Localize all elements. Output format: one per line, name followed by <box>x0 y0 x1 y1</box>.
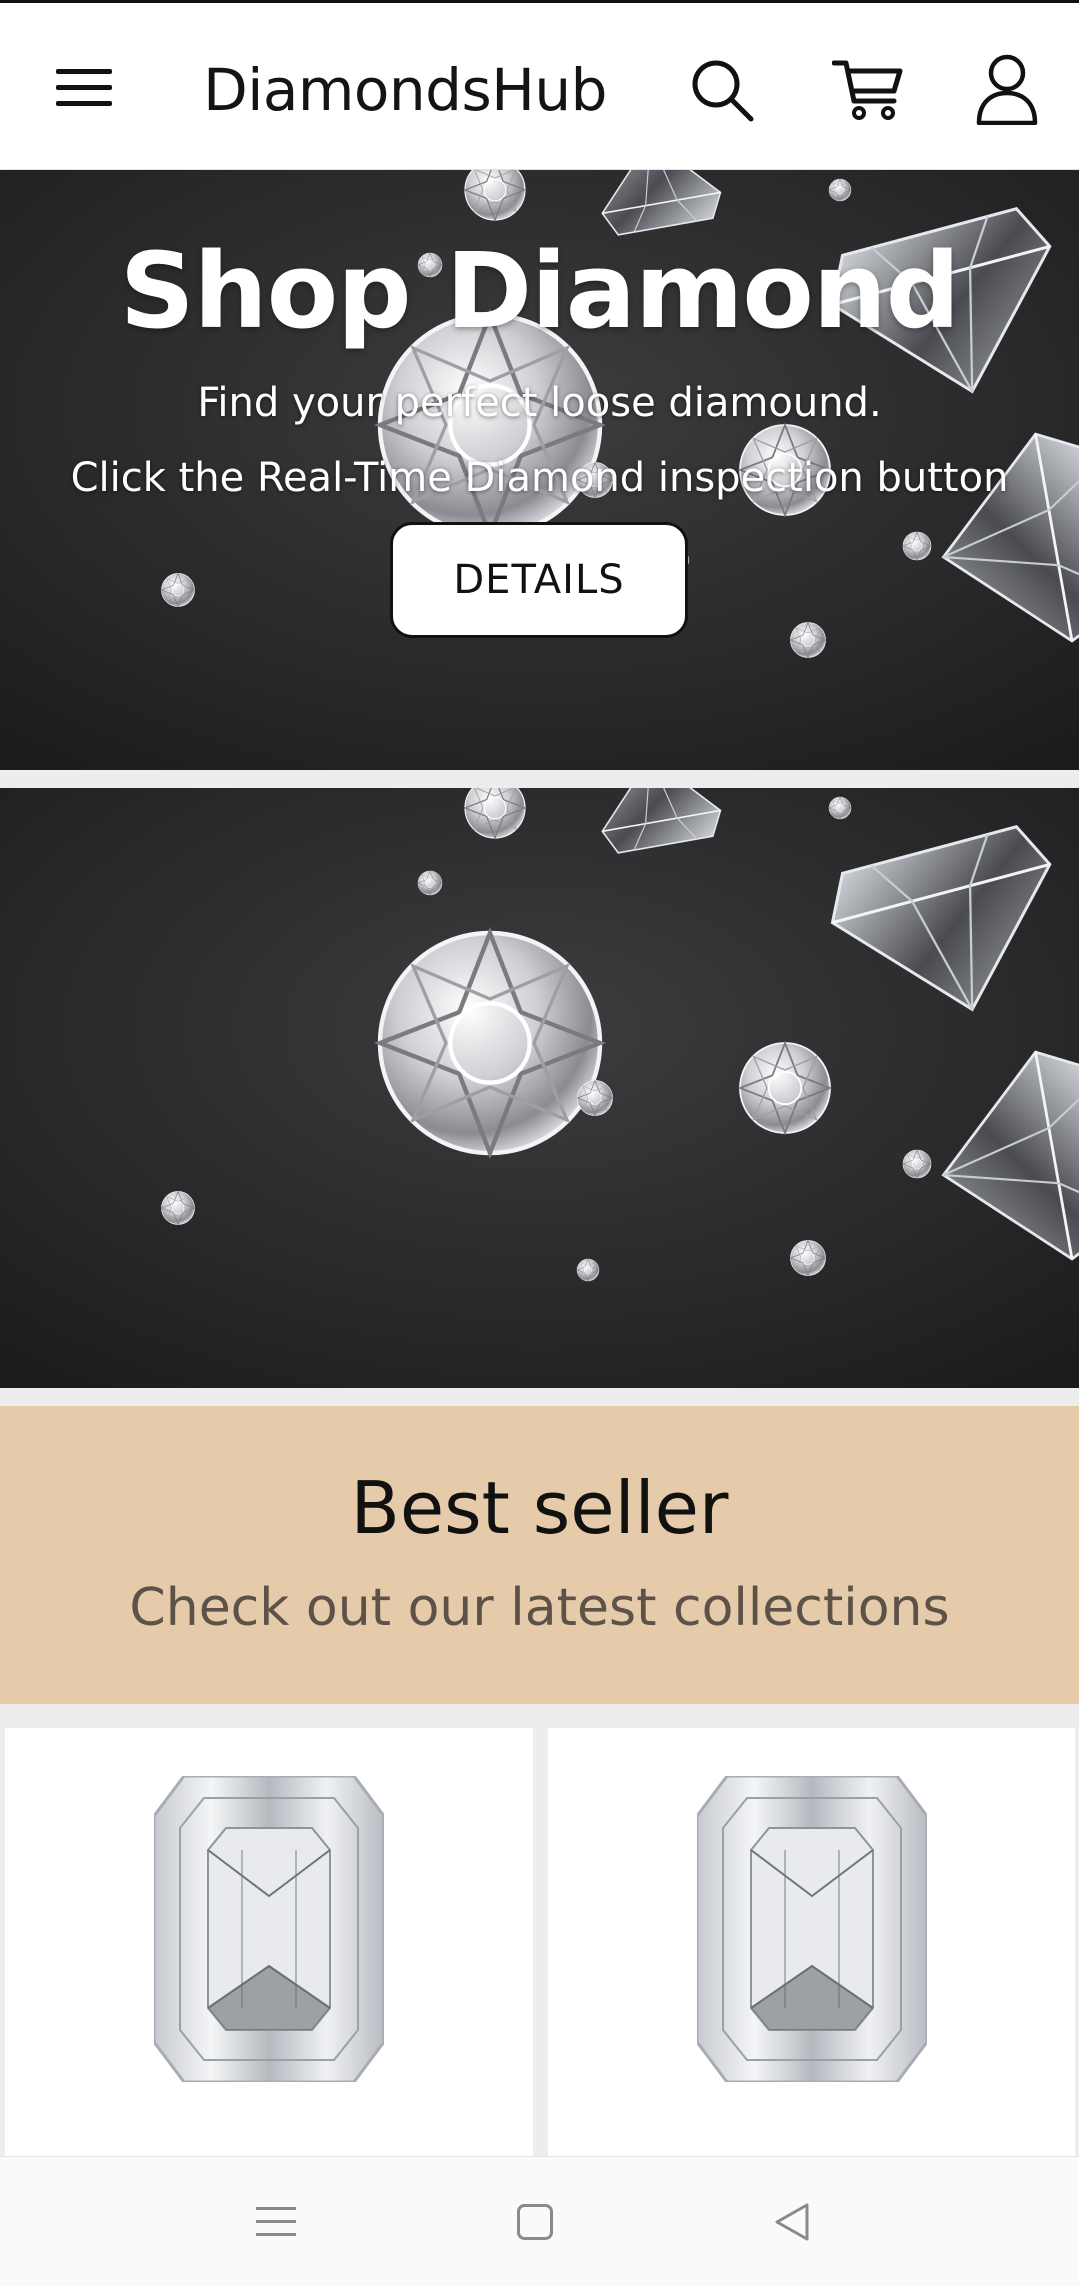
user-icon <box>976 54 1038 125</box>
section-title: Best seller <box>350 1466 729 1550</box>
hero-title: Shop Diamond <box>119 230 961 352</box>
hero-banner-image <box>0 788 1079 1388</box>
system-navigation-bar <box>0 2156 1079 2286</box>
back-icon <box>775 2203 809 2241</box>
home-button[interactable] <box>485 2187 585 2257</box>
emerald-cut-diamond-image <box>696 1776 927 2082</box>
section-subtitle: Check out our latest collections <box>129 1578 950 1638</box>
product-card[interactable] <box>5 1728 533 2158</box>
app-bar: DiamondsHub <box>0 0 1079 170</box>
back-button[interactable] <box>742 2187 842 2257</box>
cart-button[interactable] <box>820 48 916 132</box>
account-button[interactable] <box>965 45 1049 133</box>
details-button[interactable]: DETAILS <box>390 522 688 638</box>
diamonds-background-image <box>0 788 1079 1388</box>
recent-apps-icon <box>256 2207 296 2236</box>
menu-button[interactable] <box>40 48 128 128</box>
best-seller-section: Best seller Check out our latest collect… <box>0 1406 1079 1704</box>
search-button[interactable] <box>680 48 764 132</box>
home-icon <box>517 2204 553 2240</box>
hero-instruction: Click the Real-Time Diamond inspection b… <box>70 455 1009 501</box>
cart-icon <box>832 60 903 120</box>
menu-icon <box>56 69 112 106</box>
search-icon <box>692 60 754 122</box>
emerald-cut-diamond-image <box>154 1776 384 2082</box>
hero-banner: Shop Diamond Find your perfect loose dia… <box>0 170 1079 770</box>
product-card[interactable] <box>548 1728 1075 2158</box>
hero-tagline: Find your perfect loose diamound. <box>197 380 882 426</box>
recent-apps-button[interactable] <box>226 2187 326 2257</box>
app-brand-title[interactable]: DiamondsHub <box>203 55 607 125</box>
